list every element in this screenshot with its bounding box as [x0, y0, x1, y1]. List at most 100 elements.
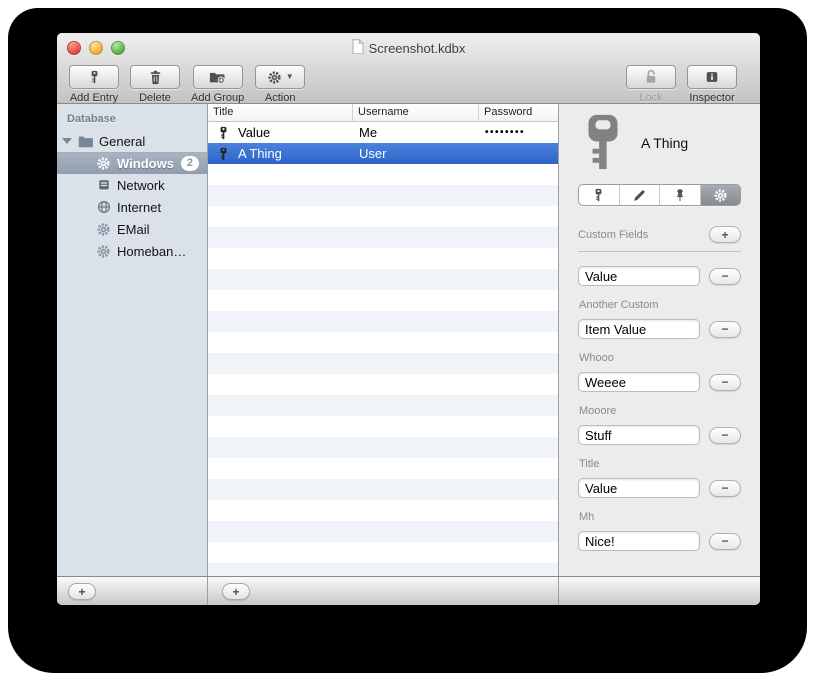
lock-button-face — [626, 65, 676, 89]
sidebar-item-general[interactable]: General — [57, 130, 207, 152]
toolbar-lock-label: Lock — [639, 92, 663, 104]
add-group-button-face[interactable] — [192, 65, 243, 89]
key-icon — [88, 70, 101, 84]
empty-row — [208, 374, 558, 395]
add-entry-button-face[interactable] — [69, 65, 119, 89]
empty-row — [208, 521, 558, 542]
empty-row — [208, 269, 558, 290]
custom-field-row: − — [578, 531, 741, 551]
empty-row — [208, 164, 558, 185]
key-icon — [592, 188, 605, 202]
entry-password-cell: •••••••• — [485, 127, 526, 138]
inspector-tab-gear[interactable] — [700, 185, 740, 205]
empty-row — [208, 563, 558, 576]
entry-title-cell: Value — [208, 125, 353, 140]
empty-row — [208, 248, 558, 269]
entry-table-body: Value Me •••••••• A Thing User — [208, 122, 558, 576]
sidebar-add-group-button[interactable]: + — [68, 583, 96, 600]
custom-field-row: − — [578, 425, 741, 445]
sidebar-item-label: General — [99, 133, 146, 149]
custom-field-value-input[interactable] — [578, 425, 700, 445]
column-header-username[interactable]: Username — [353, 104, 479, 121]
column-header-password[interactable]: Password — [479, 104, 558, 121]
network-icon — [95, 178, 112, 192]
toolbar: Add Entry Delete Add Group ▼ Action Lock Insp… — [57, 63, 760, 105]
action-button-face[interactable]: ▼ — [255, 65, 306, 89]
key-icon — [217, 147, 230, 161]
toolbar-action-button[interactable]: ▼ Action — [255, 65, 306, 104]
toolbar-inspector-button[interactable]: Inspector — [687, 65, 737, 104]
trash-icon — [148, 70, 163, 85]
remove-custom-field-button[interactable]: − — [709, 373, 741, 391]
inspector-tab-pencil[interactable] — [620, 185, 660, 205]
sidebar-item-label: EMail — [117, 221, 150, 237]
sidebar-item-label: Internet — [117, 199, 162, 215]
inspector-tab-key[interactable] — [579, 185, 620, 205]
empty-row — [208, 395, 558, 416]
custom-field-label: Another Custom — [579, 299, 659, 311]
sidebar-item-network[interactable]: Network — [57, 174, 207, 196]
inspector-entry-header: A Thing — [559, 104, 760, 170]
toolbar-add-entry-button[interactable]: Add Entry — [69, 65, 119, 104]
main-content: Database General Windows 2 Network Internet E… — [57, 104, 760, 576]
table-add-entry-button[interactable]: + — [222, 583, 250, 600]
custom-fields-header: Custom Fields — [578, 228, 649, 241]
empty-row — [208, 542, 558, 563]
toolbar-right: Lock Inspector — [626, 65, 748, 104]
sidebar-item-homeban[interactable]: Homeban… — [57, 240, 207, 262]
custom-field-value-input[interactable] — [578, 266, 700, 286]
sidebar-item-internet[interactable]: Internet — [57, 196, 207, 218]
add-custom-field-button[interactable]: + — [709, 226, 741, 243]
inspector-button-face[interactable] — [687, 65, 737, 89]
disclosure-triangle-icon[interactable] — [62, 138, 72, 144]
info-icon — [704, 69, 720, 85]
inspector-tab-pushpin[interactable] — [660, 185, 701, 205]
document-icon — [352, 38, 364, 57]
window-title-text: Screenshot.kdbx — [368, 40, 466, 56]
chevron-down-icon: ▼ — [285, 72, 294, 81]
entry-table-header[interactable]: Title Username Password — [208, 104, 558, 122]
entry-username-cell: User — [359, 146, 387, 161]
bottom-bar-divider-right — [558, 577, 559, 605]
custom-field-value-input[interactable] — [578, 531, 700, 551]
toolbar-left: Add Entry Delete Add Group ▼ Action — [69, 65, 316, 104]
remove-custom-field-button[interactable]: − — [709, 532, 741, 550]
entry-list: Title Username Password Value Me •••••••• A T… — [208, 104, 559, 576]
column-header-title[interactable]: Title — [208, 104, 353, 121]
entry-title-text: A Thing — [238, 146, 282, 161]
toolbar-inspector-label: Inspector — [689, 92, 735, 104]
remove-custom-field-button[interactable]: − — [709, 267, 741, 285]
folder-plus-icon — [209, 70, 226, 85]
empty-row — [208, 185, 558, 206]
empty-row — [208, 437, 558, 458]
toolbar-add-group-button[interactable]: Add Group — [191, 65, 244, 104]
sidebar-item-windows[interactable]: Windows 2 — [57, 152, 207, 174]
empty-row — [208, 290, 558, 311]
empty-row — [208, 353, 558, 374]
custom-field-value-input[interactable] — [578, 319, 700, 339]
custom-field-label: Mooore — [579, 405, 617, 417]
remove-custom-field-button[interactable]: − — [709, 479, 741, 497]
empty-row — [208, 227, 558, 248]
empty-row — [208, 206, 558, 227]
toolbar-delete-button[interactable]: Delete — [130, 65, 180, 104]
empty-row — [208, 416, 558, 437]
remove-custom-field-button[interactable]: − — [709, 426, 741, 444]
gear-icon — [267, 70, 282, 85]
entry-row[interactable]: Value Me •••••••• — [208, 122, 558, 143]
sidebar-header: Database — [67, 113, 116, 125]
sidebar-item-label: Homeban… — [117, 243, 187, 259]
custom-field-value-input[interactable] — [578, 478, 700, 498]
gear-icon — [95, 156, 112, 171]
entry-row[interactable]: A Thing User — [208, 143, 558, 164]
custom-field-row: − — [578, 266, 741, 286]
pushpin-icon — [673, 188, 687, 203]
entry-count-badge: 2 — [180, 156, 199, 171]
custom-field-value-input[interactable] — [578, 372, 700, 392]
bottom-bar-divider-left — [207, 577, 208, 605]
delete-button-face[interactable] — [130, 65, 180, 89]
sidebar-item-email[interactable]: EMail — [57, 218, 207, 240]
entry-title-text: Value — [238, 125, 271, 140]
remove-custom-field-button[interactable]: − — [709, 320, 741, 338]
empty-row — [208, 332, 558, 353]
